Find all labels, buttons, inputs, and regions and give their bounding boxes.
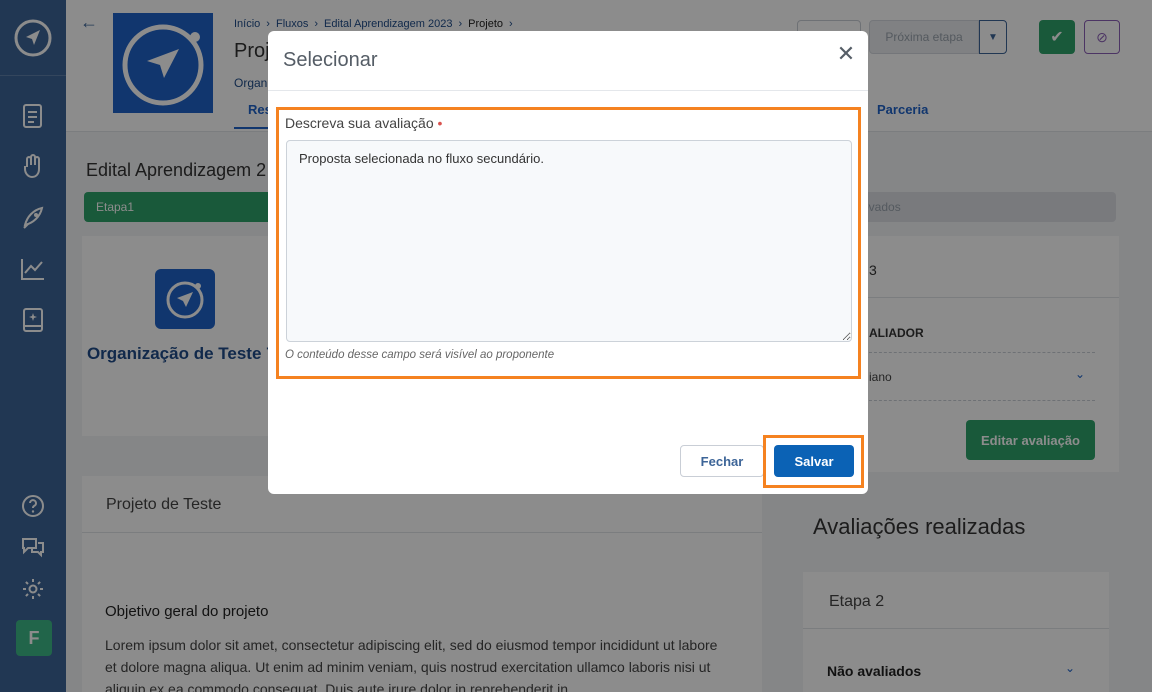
evaluation-textarea[interactable]: Proposta selecionada no fluxo secundário… xyxy=(286,140,852,342)
field-help-text: O conteúdo desse campo será visível ao p… xyxy=(285,349,555,361)
close-icon[interactable]: ✕ xyxy=(835,43,857,65)
select-modal: Selecionar ✕ Descreva sua avaliação • Pr… xyxy=(268,31,868,494)
field-label: Descreva sua avaliação • xyxy=(285,115,442,131)
close-button[interactable]: Fechar xyxy=(680,445,764,477)
save-button[interactable]: Salvar xyxy=(774,445,854,477)
field-label-text: Descreva sua avaliação xyxy=(285,115,434,131)
required-indicator: • xyxy=(437,115,443,131)
modal-title: Selecionar xyxy=(283,49,378,71)
modal-header: Selecionar ✕ xyxy=(268,31,868,91)
